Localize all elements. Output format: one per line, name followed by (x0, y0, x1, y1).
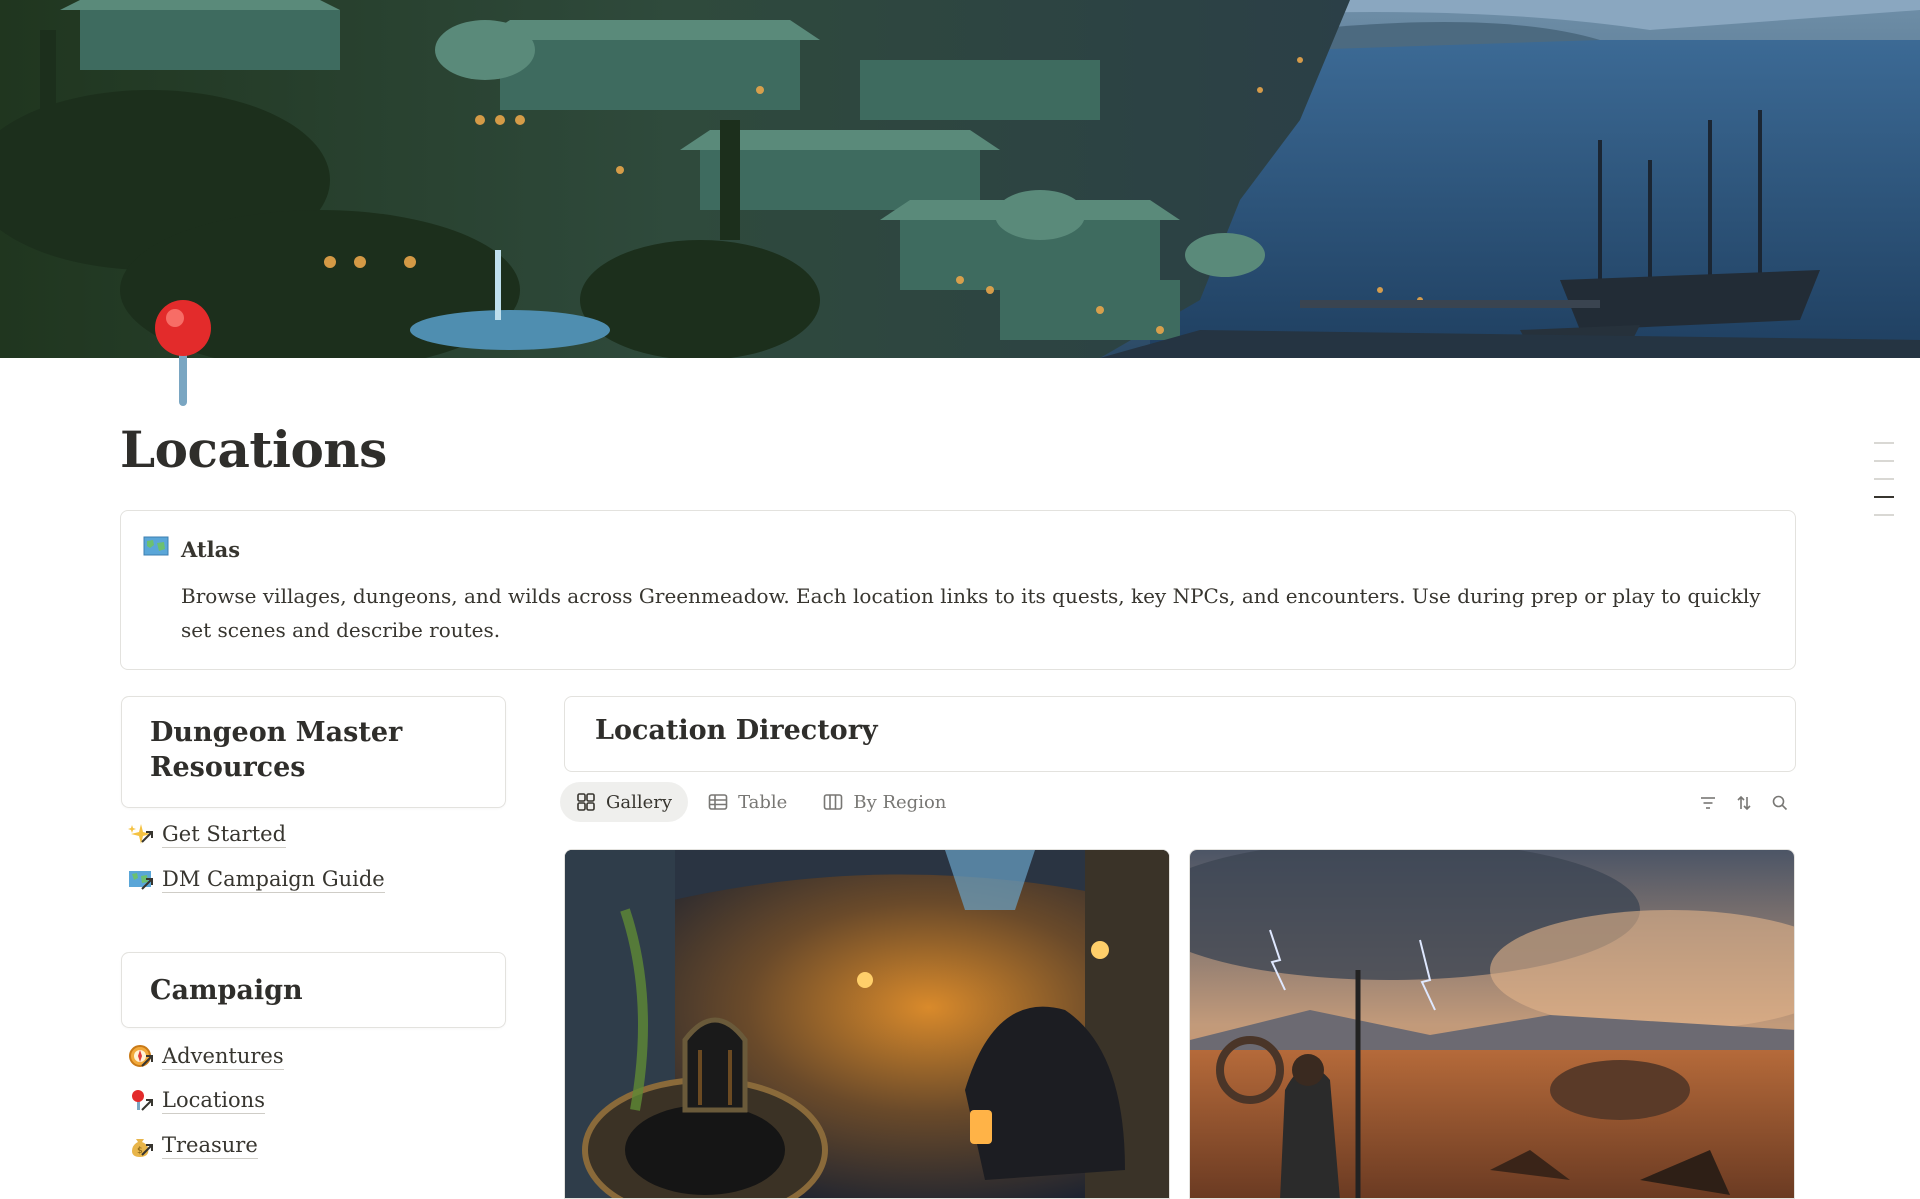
sidebar-link-label: Adventures (162, 1043, 284, 1070)
world-map-icon (128, 865, 156, 893)
sidebar-link-treasure[interactable]: $ Treasure (128, 1129, 258, 1161)
gallery-card[interactable] (564, 849, 1170, 1199)
pushpin-icon (128, 1086, 156, 1114)
sidebar-link-label: Get Started (162, 821, 287, 848)
tab-label: By Region (853, 791, 947, 813)
pushpin-icon[interactable] (150, 296, 220, 416)
location-directory-heading-card: Location Directory (564, 696, 1796, 772)
resources-heading: Dungeon Master Resources (150, 717, 403, 783)
table-icon (708, 794, 728, 810)
sidebar-link-dm-campaign-guide[interactable]: DM Campaign Guide (128, 863, 385, 895)
sidebar-link-locations[interactable]: Locations (128, 1084, 265, 1116)
search-icon[interactable] (1762, 792, 1798, 814)
table-of-contents[interactable] (1874, 442, 1896, 522)
sidebar-link-label: DM Campaign Guide (162, 866, 385, 893)
tab-table[interactable]: Table (692, 782, 803, 822)
resources-heading-card: Dungeon Master Resources (121, 696, 506, 808)
sort-icon[interactable] (1726, 792, 1762, 814)
location-directory-title: Location Directory (595, 715, 878, 746)
view-tabs: Gallery Table By Region (560, 782, 966, 822)
callout-title: Atlas (181, 537, 241, 562)
board-icon (824, 794, 843, 810)
tab-label: Gallery (606, 791, 673, 813)
tab-gallery[interactable]: Gallery (560, 782, 689, 822)
money-bag-icon: $ (128, 1131, 156, 1159)
atlas-callout: Atlas Browse villages, dungeons, and wil… (120, 510, 1796, 670)
callout-body: Browse villages, dungeons, and wilds acr… (181, 584, 1761, 642)
campaign-heading-card: Campaign (121, 952, 506, 1028)
gallery-card[interactable] (1189, 849, 1795, 1199)
filter-icon[interactable] (1690, 792, 1726, 814)
gallery-card-image (1190, 850, 1794, 1198)
page-title: Locations (120, 420, 387, 479)
sidebar-link-label: Treasure (162, 1132, 258, 1159)
compass-icon (128, 1042, 156, 1070)
gallery-card-image (565, 850, 1169, 1198)
sidebar-link-get-started[interactable]: Get Started (128, 818, 287, 850)
campaign-heading: Campaign (150, 975, 303, 1006)
cover-image (0, 0, 1920, 358)
gallery-icon (577, 793, 595, 811)
tab-label: Table (738, 791, 788, 813)
sparkles-icon (128, 820, 156, 848)
sidebar-link-adventures[interactable]: Adventures (128, 1040, 284, 1072)
view-tools (1690, 792, 1798, 814)
sidebar-link-label: Locations (162, 1087, 265, 1114)
world-map-icon (143, 535, 169, 557)
tab-by-region[interactable]: By Region (807, 782, 962, 822)
